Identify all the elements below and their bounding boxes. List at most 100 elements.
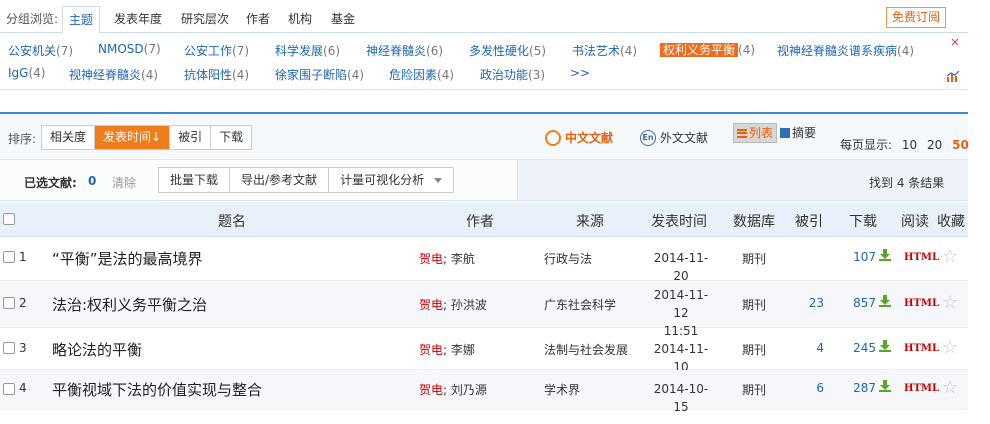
download-count: 287 <box>853 381 876 395</box>
per-page-50[interactable]: 50 <box>952 138 969 152</box>
cited-count[interactable]: 4 <box>794 341 824 355</box>
cited-count[interactable]: 6 <box>794 381 824 395</box>
sort-options: 相关度 发表时间↓ 被引 下载 <box>41 125 253 150</box>
table-row: 2 法治:权利义务平衡之治 贺电; 孙洪波 广东社会科学 2014-11-12 1… <box>0 281 968 338</box>
keyword-item[interactable]: 徐家围子断陷(4) <box>275 66 364 83</box>
download-icon[interactable] <box>879 249 891 261</box>
tab-level[interactable]: 研究层次 <box>181 10 229 27</box>
keyword-item[interactable]: 公安工作(7) <box>184 42 249 59</box>
select-all-checkbox[interactable] <box>3 213 15 225</box>
tab-institution[interactable]: 机构 <box>288 10 312 27</box>
header-cited[interactable]: 被引 <box>795 211 823 231</box>
database-type: 期刊 <box>742 383 767 397</box>
publish-date: 2014-11-20 <box>653 251 709 283</box>
abstract-icon <box>780 128 791 138</box>
selected-count: 0 <box>88 174 97 188</box>
list-view-button[interactable]: 列表 <box>733 123 778 143</box>
target-icon <box>545 129 561 146</box>
html-read-link[interactable]: HTML <box>904 252 939 263</box>
sort-relevance-button[interactable]: 相关度 <box>42 126 96 149</box>
row-number: 3 <box>19 341 27 355</box>
view-toggle: 列表 摘要 <box>733 123 819 143</box>
header-download[interactable]: 下载 <box>849 211 877 231</box>
download-count: 107 <box>853 250 876 264</box>
row-checkbox[interactable] <box>3 251 15 263</box>
keyword-item[interactable]: IgG(4) <box>8 66 45 80</box>
article-title-link[interactable]: 法治:权利义务平衡之治 <box>52 294 207 315</box>
header-author: 作者 <box>466 214 494 230</box>
source-link[interactable]: 行政与法 <box>544 250 592 267</box>
keyword-item[interactable]: 神经脊髓炎(6) <box>366 42 443 59</box>
chinese-literature-button[interactable]: 中文文献 <box>545 129 613 146</box>
abstract-view-button[interactable]: 摘要 <box>777 123 819 143</box>
download-icon[interactable] <box>879 340 891 352</box>
author-links[interactable]: 贺电; 孙洪波 <box>419 296 487 313</box>
article-title-link[interactable]: 略论法的平衡 <box>52 339 142 360</box>
more-keywords-link[interactable]: >> <box>570 66 590 80</box>
keyword-item[interactable]: 视神经脊髓炎谱系疾病(4) <box>777 42 914 59</box>
tab-fund[interactable]: 基金 <box>331 10 355 27</box>
download-icon[interactable] <box>879 295 891 307</box>
keyword-item-selected[interactable]: 权利义务平衡 (4) <box>660 41 755 58</box>
publish-date: 2014-10-15 <box>653 382 709 414</box>
keyword-item[interactable]: 公安机关(7) <box>8 42 73 59</box>
download-count: 857 <box>853 296 876 310</box>
export-references-button[interactable]: 导出/参考文献 <box>230 168 330 192</box>
keyword-item[interactable]: 政治功能(3) <box>480 66 545 83</box>
row-number: 4 <box>19 381 27 395</box>
row-checkbox[interactable] <box>3 383 15 395</box>
favorite-star-icon[interactable]: ☆ <box>942 292 958 313</box>
article-title-link[interactable]: 平衡视域下法的价值实现与整合 <box>52 379 262 400</box>
row-checkbox[interactable] <box>3 342 15 354</box>
favorite-star-icon[interactable]: ☆ <box>942 377 958 398</box>
chart-icon[interactable] <box>946 70 960 82</box>
source-link[interactable]: 法制与社会发展 <box>544 341 628 358</box>
keyword-item[interactable]: NMOSD(7) <box>98 42 161 56</box>
keyword-item[interactable]: 多发性硬化(5) <box>469 42 546 59</box>
database-type: 期刊 <box>742 343 767 357</box>
author-links[interactable]: 贺电; 刘乃源 <box>419 381 487 398</box>
per-page-label: 每页显示: <box>840 138 893 152</box>
keyword-item[interactable]: 科学发展(6) <box>275 42 340 59</box>
author-links[interactable]: 贺电; 李娜 <box>419 341 475 358</box>
tab-topic[interactable]: 主题 <box>62 6 101 34</box>
table-header: 题名 作者 来源 发表时间 数据库 被引 下载 阅读 收藏 <box>0 202 968 237</box>
header-title[interactable]: 题名 <box>218 211 246 231</box>
sort-download-button[interactable]: 下载 <box>211 126 251 149</box>
tab-author[interactable]: 作者 <box>246 10 270 27</box>
favorite-star-icon[interactable]: ☆ <box>942 337 958 358</box>
cited-count[interactable]: 23 <box>794 296 824 310</box>
selected-label: 已选文献: <box>24 176 77 190</box>
foreign-literature-button[interactable]: En 外文文献 <box>640 129 708 146</box>
html-read-link[interactable]: HTML <box>904 343 939 354</box>
favorite-star-icon[interactable]: ☆ <box>942 246 958 267</box>
keyword-item[interactable]: 抗体阳性(4) <box>184 66 249 83</box>
table-row: 1 “平衡”是法的最高境界 贺电; 李航 行政与法 2014-11-20 期刊 … <box>0 237 968 283</box>
article-title-link[interactable]: “平衡”是法的最高境界 <box>52 248 203 269</box>
keyword-item[interactable]: 视神经脊髓炎(4) <box>69 66 158 83</box>
keyword-item[interactable]: 书法艺术(4) <box>572 42 637 59</box>
subscribe-button[interactable]: 免费订阅 <box>886 7 946 28</box>
sort-cited-button[interactable]: 被引 <box>170 126 212 149</box>
sort-date-button[interactable]: 发表时间↓ <box>95 126 171 149</box>
row-number: 1 <box>19 250 27 264</box>
row-number: 2 <box>19 296 27 310</box>
per-page-20[interactable]: 20 <box>927 138 942 152</box>
database-type: 期刊 <box>742 252 767 266</box>
keyword-item[interactable]: 危险因素(4) <box>389 66 454 83</box>
html-read-link[interactable]: HTML <box>904 298 939 309</box>
en-icon: En <box>640 129 656 146</box>
source-link[interactable]: 学术界 <box>544 381 580 398</box>
tab-year[interactable]: 发表年度 <box>114 10 162 27</box>
download-icon[interactable] <box>879 380 891 392</box>
author-links[interactable]: 贺电; 李航 <box>419 250 475 267</box>
batch-download-button[interactable]: 批量下载 <box>159 168 231 192</box>
row-checkbox[interactable] <box>3 297 15 309</box>
header-date[interactable]: 发表时间 <box>651 211 707 231</box>
per-page-10[interactable]: 10 <box>902 138 917 152</box>
visual-analysis-dropdown[interactable]: 计量可视化分析 <box>329 168 453 192</box>
close-icon[interactable]: × <box>950 35 960 49</box>
source-link[interactable]: 广东社会科学 <box>544 296 616 313</box>
html-read-link[interactable]: HTML <box>904 383 939 394</box>
clear-button[interactable]: 清除 <box>112 174 136 191</box>
